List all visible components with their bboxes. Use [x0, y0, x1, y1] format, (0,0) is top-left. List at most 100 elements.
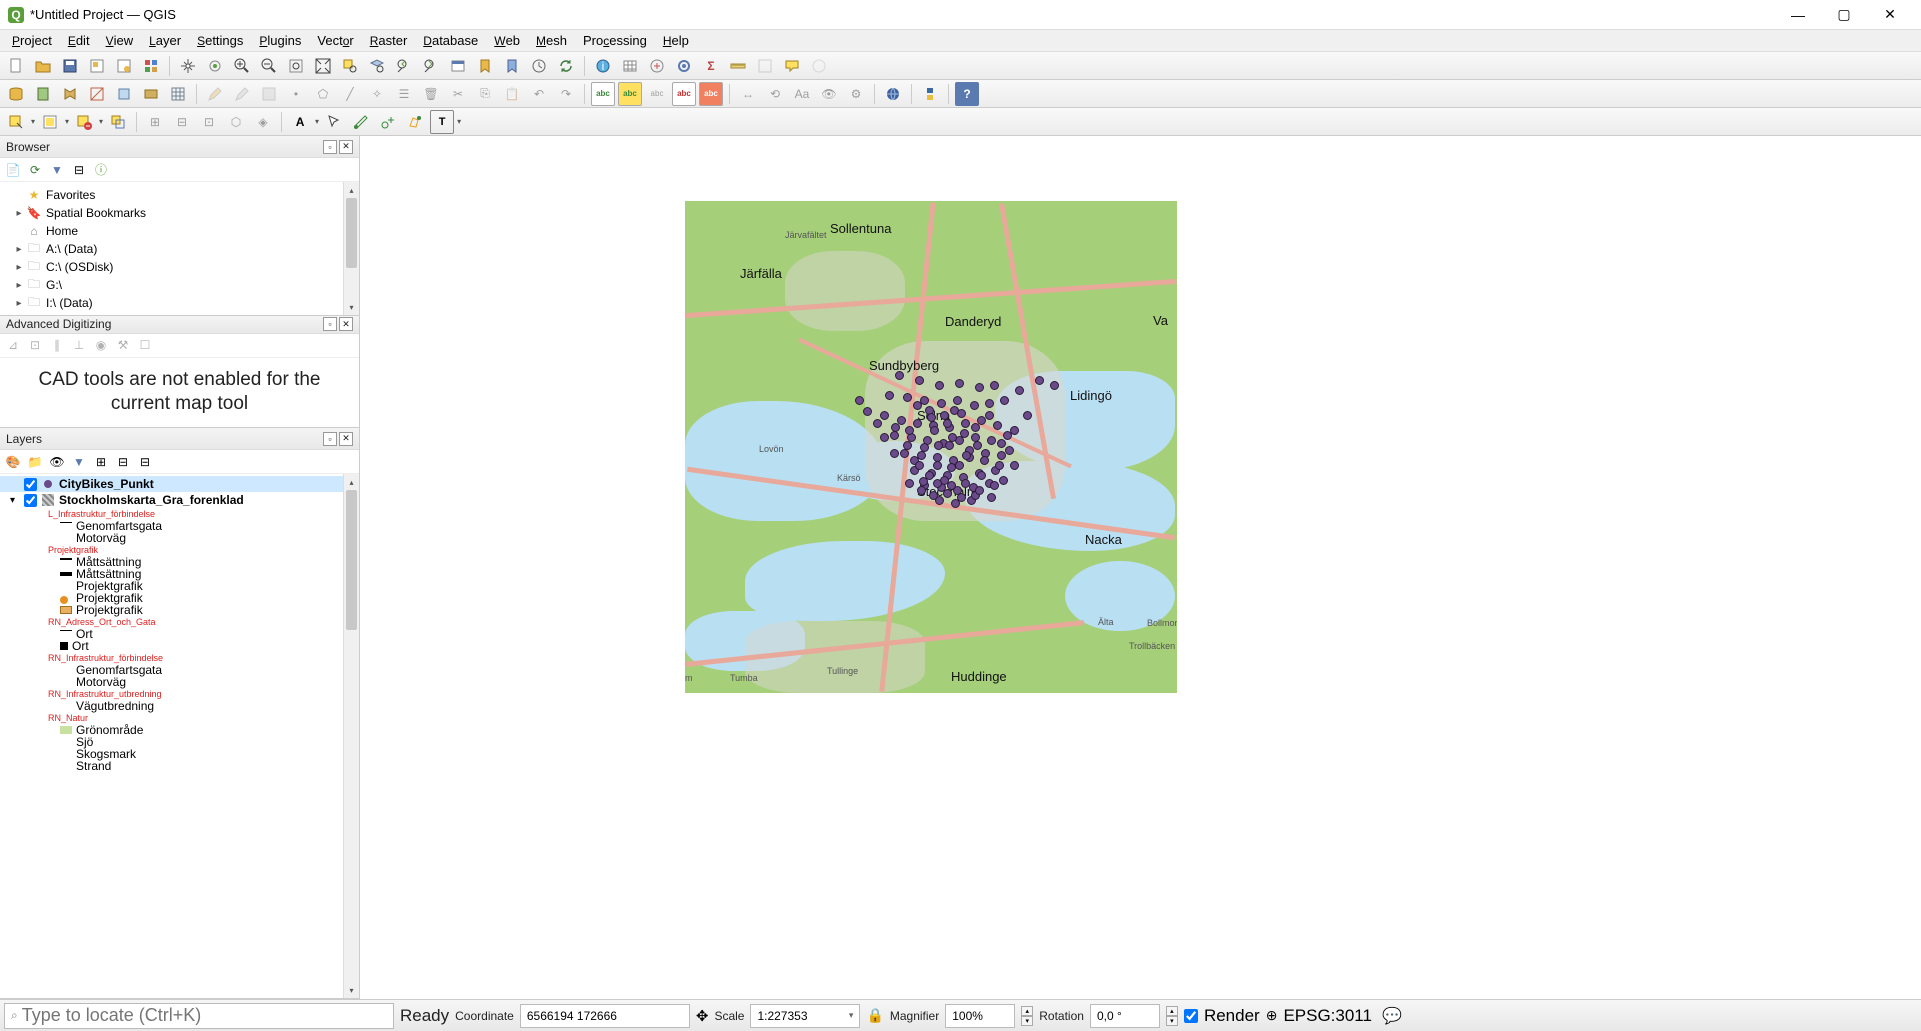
new-spatialite-icon[interactable] [85, 82, 109, 106]
add-point-node-icon[interactable] [376, 110, 400, 134]
minimize-button[interactable]: — [1775, 0, 1821, 30]
field-calculator-icon[interactable] [645, 54, 669, 78]
locator-input[interactable] [22, 1005, 387, 1026]
zoom-in-icon[interactable] [230, 54, 254, 78]
browser-item[interactable]: ▸🗀A:\ (Data) [0, 240, 359, 258]
new-mesh-layer-icon[interactable] [166, 82, 190, 106]
sublayer-item[interactable]: Måttsättning [0, 568, 359, 580]
new-project-icon[interactable] [4, 54, 28, 78]
properties-icon[interactable]: ⓘ [92, 161, 110, 179]
open-project-icon[interactable] [31, 54, 55, 78]
map-canvas[interactable]: SollentunaJärfällaDanderydVaSundbybergSo… [360, 136, 1921, 999]
menu-project[interactable]: Project [4, 31, 60, 50]
menu-layer[interactable]: Layer [141, 31, 189, 50]
label-abc-box-icon[interactable]: abc [699, 82, 723, 106]
measure-icon[interactable] [726, 54, 750, 78]
browser-undock-button[interactable]: ▫ [323, 140, 337, 154]
temporal-icon[interactable] [527, 54, 551, 78]
sublayer-item[interactable]: Projektgrafik [0, 592, 359, 604]
save-project-icon[interactable] [58, 54, 82, 78]
browser-close-button[interactable]: ✕ [339, 140, 353, 154]
coord-value[interactable]: 6566194 172666 [527, 1009, 683, 1023]
new-geopackage-icon[interactable] [31, 82, 55, 106]
magnifier-value[interactable]: 100% [952, 1009, 983, 1023]
zoom-out-icon[interactable] [257, 54, 281, 78]
new-map-view-icon[interactable] [446, 54, 470, 78]
zoom-layer-icon[interactable] [365, 54, 389, 78]
browser-tree[interactable]: ★Favorites▸🔖Spatial Bookmarks⌂Home▸🗀A:\ … [0, 182, 359, 315]
rotation-spinner[interactable]: ▴▾ [1166, 1006, 1178, 1026]
collapse-all-layers-icon[interactable]: ⊟ [114, 453, 132, 471]
layout-manager-icon[interactable] [112, 54, 136, 78]
layer-row[interactable]: ▾Stockholmskarta_Gra_forenklad [0, 492, 359, 508]
metasearch-icon[interactable] [881, 82, 905, 106]
sublayer-item[interactable]: Skogsmark [0, 748, 359, 760]
sublayer-item[interactable]: Genomfartsgata [0, 520, 359, 532]
layers-tree[interactable]: CityBikes_Punkt▾Stockholmskarta_Gra_fore… [0, 474, 359, 998]
sublayer-item[interactable]: Vägutbredning [0, 700, 359, 712]
rotation-value[interactable]: 0,0 ° [1097, 1009, 1122, 1023]
sublayer-item[interactable]: Ort [0, 640, 359, 652]
close-button[interactable]: ✕ [1867, 0, 1913, 30]
new-temp-layer-icon[interactable] [112, 82, 136, 106]
sublayer-item[interactable]: RN_Infrastruktur_utbredning [0, 688, 359, 700]
sublayer-item[interactable]: RN_Adress_Ort_och_Gata [0, 616, 359, 628]
extents-icon[interactable]: ✥ [696, 1007, 709, 1025]
new-print-layout-icon[interactable] [85, 54, 109, 78]
layers-close-button[interactable]: ✕ [339, 432, 353, 446]
browser-item[interactable]: ★Favorites [0, 186, 359, 204]
layer-styling-icon[interactable]: 🎨 [4, 453, 22, 471]
expand-all-icon[interactable]: ⊞ [92, 453, 110, 471]
menu-plugins[interactable]: Plugins [251, 31, 309, 50]
add-layer-icon[interactable]: 📄 [4, 161, 22, 179]
statistics-icon[interactable]: Σ [699, 54, 723, 78]
sublayer-item[interactable]: Genomfartsgata [0, 664, 359, 676]
zoom-last-icon[interactable] [392, 54, 416, 78]
layer-row[interactable]: CityBikes_Punkt [0, 476, 359, 492]
python-icon[interactable] [918, 82, 942, 106]
identify-icon[interactable]: i [591, 54, 615, 78]
annotation-text-icon[interactable]: A [288, 110, 312, 134]
deselect-icon[interactable] [72, 110, 96, 134]
text-anno-icon[interactable]: T [430, 110, 454, 134]
manage-themes-icon[interactable]: 👁 [48, 453, 66, 471]
help-icon[interactable]: ? [955, 82, 979, 106]
sublayer-item[interactable]: Grönområde [0, 724, 359, 736]
pan-to-selection-icon[interactable] [203, 54, 227, 78]
sublayer-item[interactable]: L_Infrastruktur_förbindelse [0, 508, 359, 520]
label-abc-icon[interactable]: abc [591, 82, 615, 106]
select-by-location-icon[interactable] [106, 110, 130, 134]
collapse-all-icon[interactable]: ⊟ [70, 161, 88, 179]
messages-icon[interactable]: 💬 [1382, 1006, 1402, 1026]
new-virtual-layer-icon[interactable] [139, 82, 163, 106]
pan-icon[interactable] [176, 54, 200, 78]
adv-undock-button[interactable]: ▫ [323, 317, 337, 331]
attributes-table-icon[interactable] [618, 54, 642, 78]
filter-browser-icon[interactable]: ▼ [48, 161, 66, 179]
browser-item[interactable]: ▸🗀G:\ [0, 276, 359, 294]
sublayer-item[interactable]: Motorväg [0, 676, 359, 688]
filter-legend-icon[interactable]: ▼ [70, 453, 88, 471]
digitize-icon[interactable] [349, 110, 373, 134]
maptips-icon[interactable] [780, 54, 804, 78]
remove-layer-icon[interactable]: ⊟ [136, 453, 154, 471]
menu-settings[interactable]: Settings [189, 31, 251, 50]
processing-toolbox-icon[interactable] [672, 54, 696, 78]
menu-mesh[interactable]: Mesh [528, 31, 575, 50]
browser-item[interactable]: ▸🗀C:\ (OSDisk) [0, 258, 359, 276]
menu-view[interactable]: View [98, 31, 142, 50]
browser-item[interactable]: ⌂Home [0, 222, 359, 240]
locator-bar[interactable]: ⌕ [4, 1003, 394, 1029]
browser-item[interactable]: ▸🔖Spatial Bookmarks [0, 204, 359, 222]
style-manager-icon[interactable] [139, 54, 163, 78]
new-shapefile-icon[interactable] [58, 82, 82, 106]
label-abc-red-icon[interactable]: abc [672, 82, 696, 106]
browser-item[interactable]: ▸🗀I:\ (Data) [0, 294, 359, 312]
refresh-browser-icon[interactable]: ⟳ [26, 161, 44, 179]
menu-database[interactable]: Database [415, 31, 486, 50]
browser-item[interactable]: 🗀I:\ [0, 312, 359, 315]
sublayer-item[interactable]: Projektgrafik [0, 580, 359, 592]
menu-processing[interactable]: Processing [575, 31, 655, 50]
scale-value[interactable]: 1:227353 [757, 1009, 807, 1023]
sublayer-item[interactable]: Motorväg [0, 532, 359, 544]
